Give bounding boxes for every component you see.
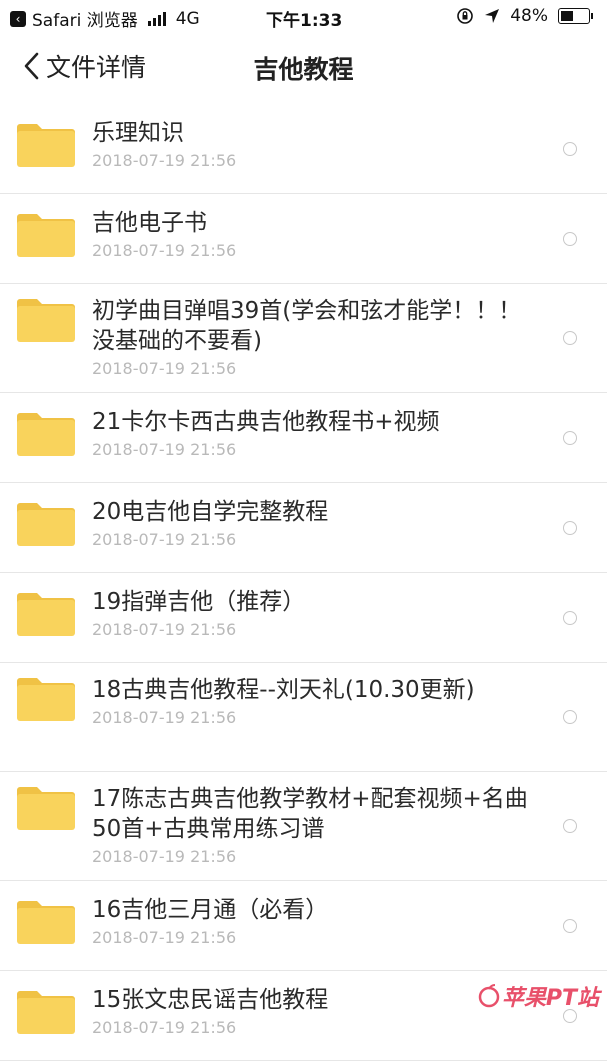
folder-text: 17陈志古典吉他教学教材+配套视频+名曲50首+古典常用练习谱 2018-07-1…: [92, 784, 537, 866]
folder-row[interactable]: 17陈志古典吉他教学教材+配套视频+名曲50首+古典常用练习谱 2018-07-1…: [0, 772, 607, 881]
page-title: 吉他教程: [253, 55, 354, 84]
navigation-bar: 文件详情 吉他教程: [0, 34, 607, 104]
status-app-name[interactable]: Safari 浏览器: [32, 6, 138, 31]
orientation-lock-icon: [457, 8, 474, 24]
folder-name: 20电吉他自学完整教程: [92, 499, 329, 525]
back-to-app-icon[interactable]: ‹: [10, 10, 26, 27]
select-radio[interactable]: [563, 331, 577, 345]
folder-text: 20电吉他自学完整教程 2018-07-19 21:56: [92, 497, 537, 549]
folder-date: 2018-07-19 21:56: [92, 847, 237, 866]
folder-text: 吉他电子书 2018-07-19 21:56: [92, 208, 537, 260]
folder-icon: [17, 678, 75, 721]
select-radio[interactable]: [563, 520, 577, 535]
battery-percent: 48%: [510, 6, 548, 26]
folder-name: 乐理知识: [92, 120, 184, 146]
folder-name: 19指弹吉他（推荐）: [92, 589, 306, 615]
battery-icon: [558, 8, 593, 24]
battery-fill: [561, 11, 573, 21]
status-left: ‹ Safari 浏览器 4G: [10, 6, 200, 31]
status-right: 48%: [456, 6, 593, 26]
folder-text: 18古典吉他教程--刘天礼(10.30更新) 2018-07-19 21:56: [92, 675, 537, 727]
select-radio[interactable]: [563, 918, 577, 933]
folder-row[interactable]: 16吉他三月通（必看） 2018-07-19 21:56: [0, 881, 607, 971]
folder-date: 2018-07-19 21:56: [92, 620, 237, 639]
folder-icon: [17, 503, 75, 546]
location-arrow-icon: [485, 9, 500, 23]
folder-name: 吉他电子书: [92, 210, 207, 236]
folder-icon: [17, 901, 75, 944]
select-radio[interactable]: [563, 610, 577, 625]
folder-date: 2018-07-19 21:56: [92, 359, 237, 378]
folder-name: 16吉他三月通（必看）: [92, 897, 329, 923]
select-radio[interactable]: [563, 231, 577, 246]
select-radio[interactable]: [563, 710, 577, 724]
folder-row[interactable]: 19指弹吉他（推荐） 2018-07-19 21:56: [0, 573, 607, 663]
signal-strength-icon: [147, 11, 166, 26]
folder-date: 2018-07-19 21:56: [92, 1018, 237, 1037]
folder-text: 乐理知识 2018-07-19 21:56: [92, 118, 537, 170]
folder-list: 乐理知识 2018-07-19 21:56 吉他电子书 2018-07-19 21:5…: [0, 104, 607, 1061]
folder-date: 2018-07-19 21:56: [92, 241, 237, 260]
folder-row[interactable]: 20电吉他自学完整教程 2018-07-19 21:56: [0, 483, 607, 573]
folder-text: 15张文忠民谣吉他教程 2018-07-19 21:56: [92, 985, 537, 1037]
folder-row[interactable]: 21卡尔卡西古典吉他教程书+视频 2018-07-19 21:56: [0, 393, 607, 483]
folder-icon: [17, 593, 75, 636]
apple-logo-icon: [478, 984, 500, 1008]
folder-name: 17陈志古典吉他教学教材+配套视频+名曲50首+古典常用练习谱: [92, 786, 528, 842]
select-radio[interactable]: [563, 430, 577, 445]
folder-date: 2018-07-19 21:56: [92, 440, 237, 459]
folder-row[interactable]: 初学曲目弹唱39首(学会和弦才能学！！！没基础的不要看) 2018-07-19 2…: [0, 284, 607, 393]
select-radio[interactable]: [563, 141, 577, 156]
select-radio[interactable]: [563, 819, 577, 833]
folder-icon: [17, 124, 75, 167]
folder-row[interactable]: 吉他电子书 2018-07-19 21:56: [0, 194, 607, 284]
folder-icon: [17, 991, 75, 1034]
status-time: 下午1:33: [266, 11, 343, 31]
folder-row[interactable]: 18古典吉他教程--刘天礼(10.30更新) 2018-07-19 21:56: [0, 663, 607, 772]
folder-text: 初学曲目弹唱39首(学会和弦才能学！！！没基础的不要看) 2018-07-19 2…: [92, 296, 537, 378]
folder-icon: [17, 299, 75, 342]
folder-icon: [17, 787, 75, 830]
folder-date: 2018-07-19 21:56: [92, 708, 237, 727]
folder-date: 2018-07-19 21:56: [92, 530, 237, 549]
folder-text: 21卡尔卡西古典吉他教程书+视频 2018-07-19 21:56: [92, 407, 537, 459]
folder-icon: [17, 413, 75, 456]
folder-date: 2018-07-19 21:56: [92, 928, 237, 947]
network-type: 4G: [175, 8, 200, 29]
folder-name: 初学曲目弹唱39首(学会和弦才能学！！！没基础的不要看): [92, 298, 522, 354]
status-bar: ‹ Safari 浏览器 4G 下午1:33 48%: [0, 0, 607, 34]
folder-text: 16吉他三月通（必看） 2018-07-19 21:56: [92, 895, 537, 947]
watermark: 苹果PT站: [476, 980, 599, 1012]
folder-icon: [17, 214, 75, 257]
folder-name: 21卡尔卡西古典吉他教程书+视频: [92, 409, 440, 435]
folder-name: 18古典吉他教程--刘天礼(10.30更新): [92, 677, 475, 703]
folder-name: 15张文忠民谣吉他教程: [92, 987, 329, 1013]
watermark-text: 苹果PT站: [501, 986, 599, 1011]
folder-date: 2018-07-19 21:56: [92, 151, 237, 170]
folder-text: 19指弹吉他（推荐） 2018-07-19 21:56: [92, 587, 537, 639]
folder-row[interactable]: 乐理知识 2018-07-19 21:56: [0, 104, 607, 194]
